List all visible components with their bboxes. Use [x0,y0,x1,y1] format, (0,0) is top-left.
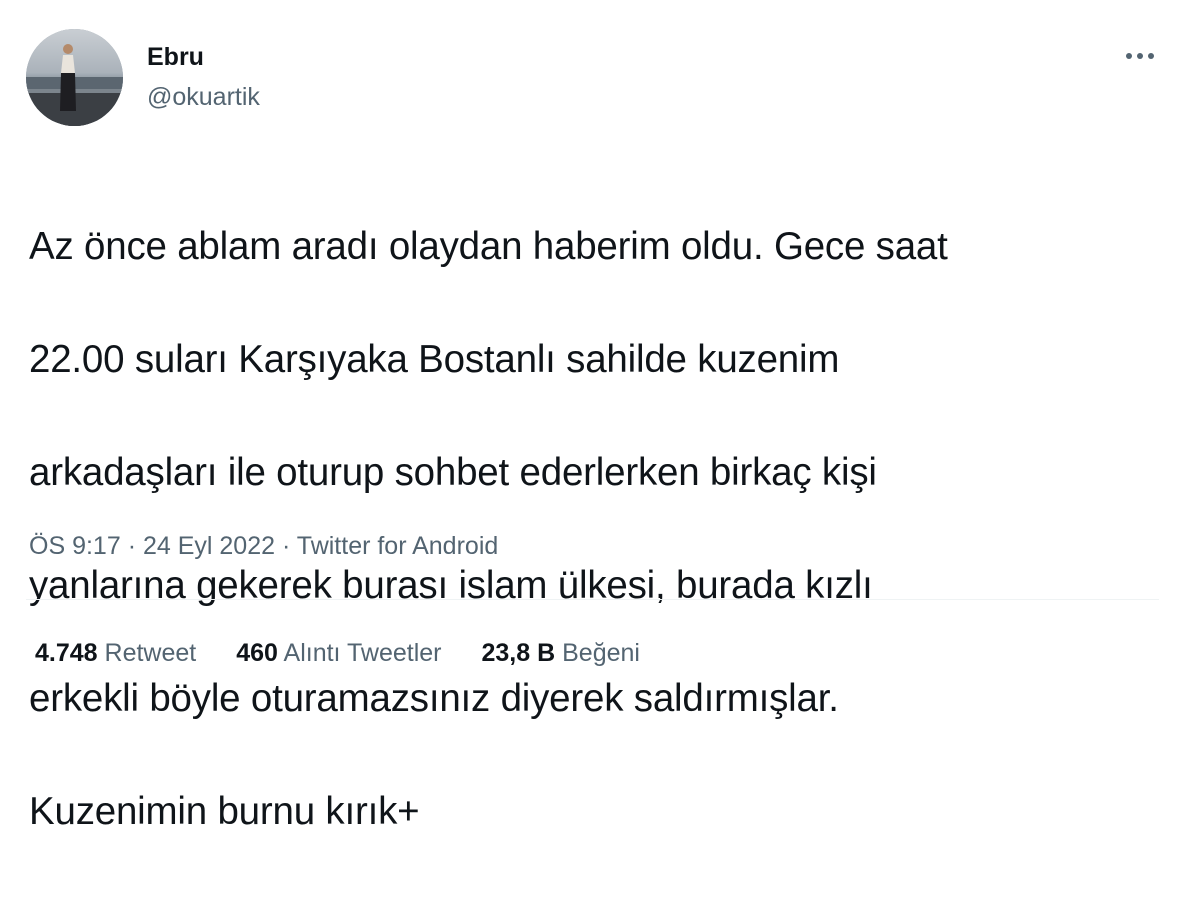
tweet-text-line: Kuzenimin burnu kırık+ [29,789,420,833]
meta-separator: · [281,532,291,560]
likes-count: 23,8 B [481,639,556,667]
tweet-text-line: 22.00 suları Karşıyaka Bostanlı sahilde … [29,337,840,381]
retweets-label: Retweet [104,639,197,667]
tweet-meta: ÖS 9:17 · 24 Eyl 2022 · Twitter for Andr… [29,529,498,563]
retweets-count: 4.748 [35,639,98,667]
tweet-stats: 4.748 Retweet 460 Alıntı Tweetler 23,8 B… [35,636,680,670]
tweet-text-line: yanlarına gekerek burası islam ülkesi, b… [29,563,873,607]
likes-label: Beğeni [562,639,640,667]
tweet-text-line: Az önce ablam aradı olaydan haberim oldu… [29,224,948,268]
profile-photo-icon [26,29,123,126]
tweet-card: Ebru @okuartik Az önce ablam aradı olayd… [0,0,1188,833]
more-dots-icon [1126,53,1154,59]
tweet-source-link[interactable]: Twitter for Android [297,532,498,560]
divider [26,599,1159,600]
display-name[interactable]: Ebru [147,42,260,72]
author-block: Ebru @okuartik [147,42,260,112]
avatar[interactable] [26,29,123,126]
retweets-stat[interactable]: 4.748 Retweet [35,636,196,670]
meta-separator: · [127,532,137,560]
tweet-date-link[interactable]: 24 Eyl 2022 [143,532,275,560]
tweet-text-line: erkekli böyle oturamazsınız diyerek sald… [29,676,839,720]
tweet-time-link[interactable]: ÖS 9:17 [29,532,121,560]
tweet-text-line: arkadaşları ile oturup sohbet ederlerken… [29,450,877,494]
more-options-button[interactable] [1118,41,1162,71]
likes-stat[interactable]: 23,8 B Beğeni [481,636,639,670]
quote-tweets-stat[interactable]: 460 Alıntı Tweetler [236,636,441,670]
quotes-count: 460 [236,639,278,667]
quotes-label: Alıntı Tweetler [283,639,442,667]
user-handle[interactable]: @okuartik [147,82,260,112]
